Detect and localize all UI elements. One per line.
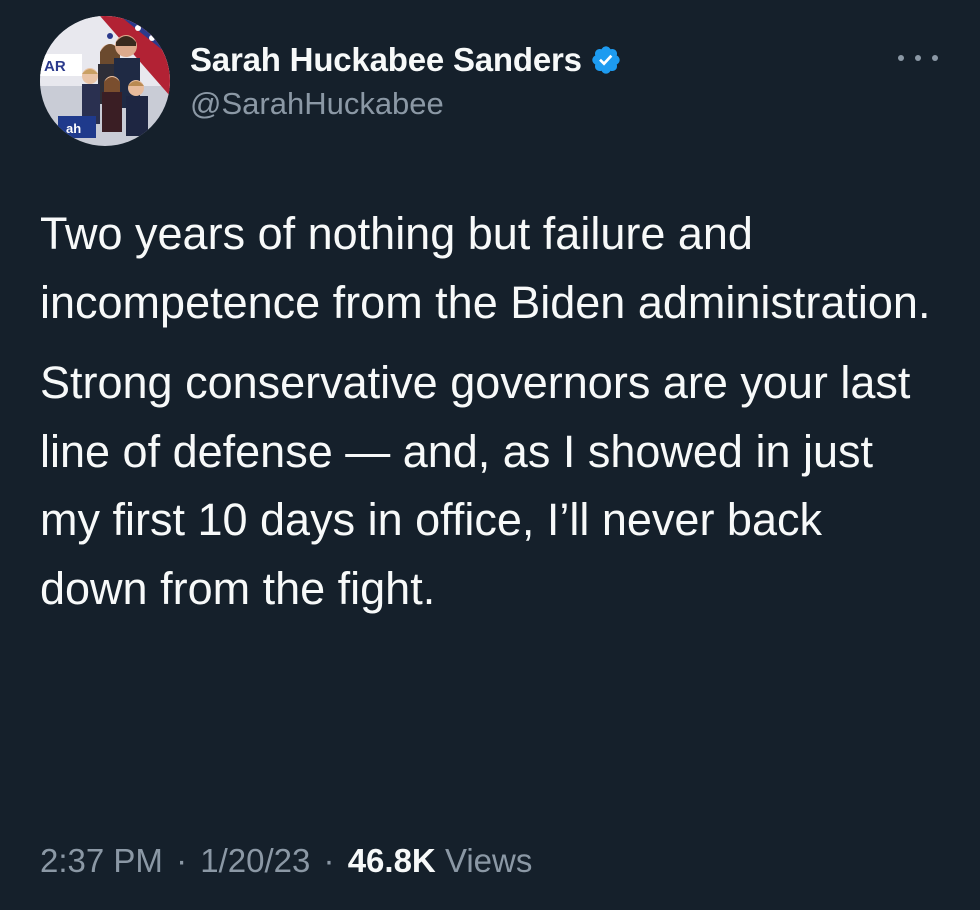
display-name[interactable]: Sarah Huckabee Sanders xyxy=(190,41,582,79)
tweet-meta: 2:37 PM · 1/20/23 · 46.8K Views xyxy=(40,842,532,880)
dot-icon xyxy=(932,55,938,61)
meta-separator: · xyxy=(176,842,188,879)
dot-icon xyxy=(898,55,904,61)
avatar-sign-text: AR xyxy=(44,58,66,75)
author-block: Sarah Huckabee Sanders @SarahHuckabee xyxy=(190,38,622,122)
tweet-date[interactable]: 1/20/23 xyxy=(200,842,310,879)
avatar[interactable]: AR ah xyxy=(40,16,170,146)
meta-separator: · xyxy=(323,842,335,879)
views-label: Views xyxy=(444,842,533,879)
avatar-placard-text: ah xyxy=(66,121,81,136)
tweet-paragraph: Two years of nothing but failure and inc… xyxy=(40,208,931,328)
verified-badge-icon xyxy=(590,44,622,76)
more-options-icon[interactable] xyxy=(898,48,938,68)
tweet: AR ah Sarah Huckabee Sanders @SarahHucka… xyxy=(0,0,980,910)
avatar-photo: AR ah xyxy=(40,16,170,146)
handle[interactable]: @SarahHuckabee xyxy=(190,86,622,122)
views-count[interactable]: 46.8K xyxy=(348,842,436,879)
name-row: Sarah Huckabee Sanders xyxy=(190,38,622,82)
tweet-text: Two years of nothing but failure and inc… xyxy=(40,200,940,635)
tweet-paragraph: Strong conservative governors are your l… xyxy=(40,357,911,614)
tweet-time[interactable]: 2:37 PM xyxy=(40,842,163,879)
dot-icon xyxy=(915,55,921,61)
